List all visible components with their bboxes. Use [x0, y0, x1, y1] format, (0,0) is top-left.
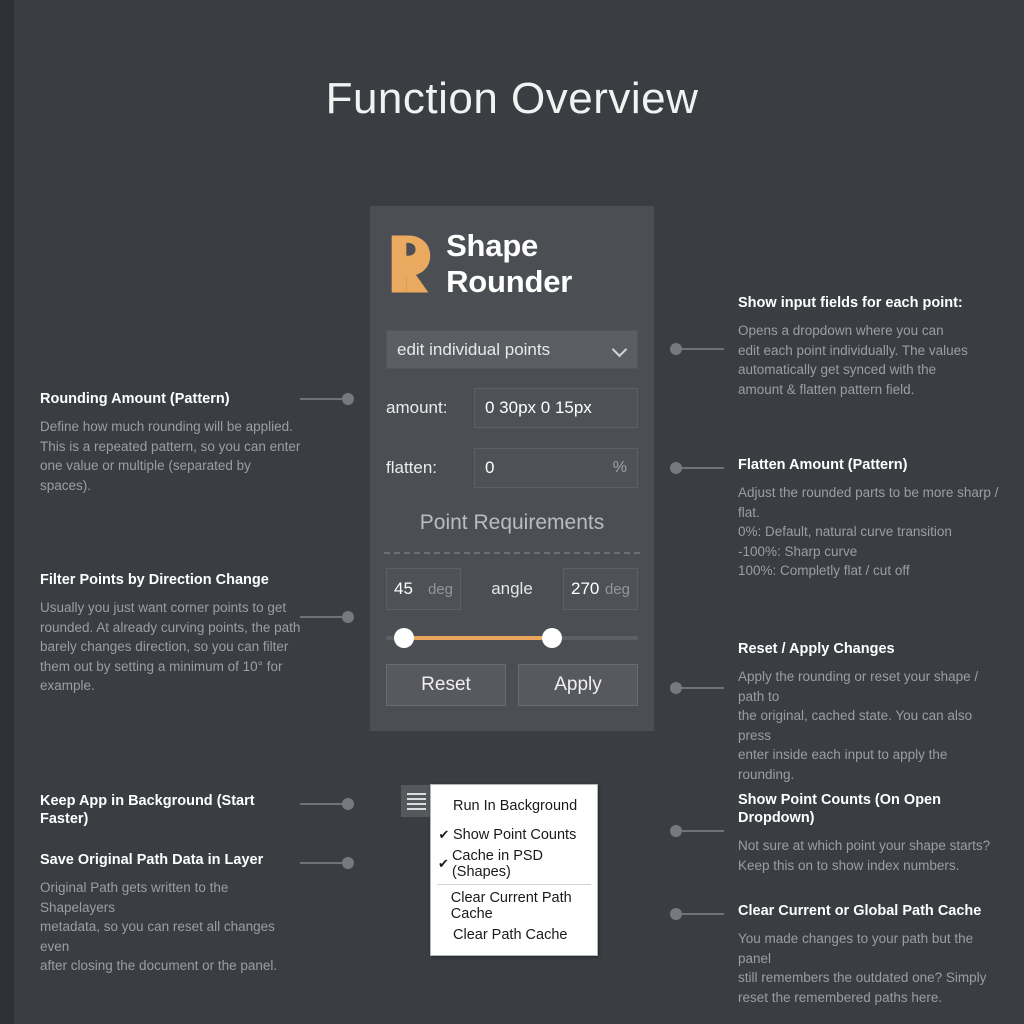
menu-item-label: Clear Path Cache	[453, 927, 567, 943]
point-requirements-heading: Point Requirements	[370, 511, 654, 535]
connector-reset-apply	[670, 681, 724, 695]
menu-item-label: Cache in PSD (Shapes)	[452, 848, 597, 880]
flatten-unit: %	[613, 459, 627, 477]
annotation-show-point-counts: Show Point Counts (On Open Dropdown) Not…	[738, 791, 1000, 875]
annotation-title: Rounding Amount (Pattern)	[40, 390, 302, 408]
hamburger-menu-icon[interactable]	[401, 785, 432, 817]
menu-check-icon: ✔	[435, 856, 452, 872]
page-title: Function Overview	[0, 74, 1024, 124]
amount-row: amount: 0 30px 0 15px	[386, 388, 638, 428]
menu-item-show-point-counts[interactable]: ✔ Show Point Counts	[431, 820, 597, 849]
panel-action-buttons: Reset Apply	[386, 664, 638, 706]
connector-show-point-counts	[670, 824, 724, 838]
amount-value: 0 30px 0 15px	[485, 398, 627, 418]
connector-flatten-amount	[670, 461, 724, 475]
annotation-clear-path-cache: Clear Current or Global Path Cache You m…	[738, 902, 1000, 1007]
annotation-title: Keep App in Background (Start Faster)	[40, 792, 302, 828]
angle-min-value: 45	[394, 579, 428, 599]
angle-max-unit: deg	[605, 581, 630, 598]
flatten-value: 0	[485, 458, 613, 478]
angle-row: 45 deg angle 270 deg	[386, 568, 638, 610]
menu-separator	[437, 884, 591, 885]
menu-item-run-in-background[interactable]: Run In Background	[431, 791, 597, 820]
connector-show-input-fields	[670, 342, 724, 356]
annotation-body: Original Path gets written to the Shapel…	[40, 878, 302, 976]
menu-item-label: Clear Current Path Cache	[451, 890, 597, 922]
flatten-label: flatten:	[386, 458, 474, 478]
annotation-body: Adjust the rounded parts to be more shar…	[738, 483, 1000, 581]
annotation-body: Apply the rounding or reset your shape /…	[738, 667, 1000, 784]
panel-brand: Shape Rounder	[388, 228, 654, 300]
section-divider	[384, 552, 640, 554]
annotation-body: You made changes to your path but the pa…	[738, 929, 1000, 1007]
annotation-reset-apply: Reset / Apply Changes Apply the rounding…	[738, 640, 1000, 785]
annotation-show-input-fields: Show input fields for each point: Opens …	[738, 294, 1000, 399]
annotation-title: Reset / Apply Changes	[738, 640, 1000, 658]
connector-rounding-amount	[300, 392, 354, 406]
annotation-flatten-amount: Flatten Amount (Pattern) Adjust the roun…	[738, 456, 1000, 581]
annotation-rounding-amount: Rounding Amount (Pattern) Define how muc…	[40, 390, 302, 495]
shape-rounder-panel: Shape Rounder edit individual points amo…	[370, 206, 654, 731]
panel-title: Shape Rounder	[446, 228, 654, 300]
menu-item-cache-in-psd[interactable]: ✔ Cache in PSD (Shapes)	[431, 849, 597, 878]
annotation-title: Save Original Path Data in Layer	[40, 851, 302, 869]
connector-save-original-path	[300, 856, 354, 870]
shape-rounder-logo	[388, 231, 432, 297]
menu-check-icon: ✔	[435, 827, 453, 843]
annotation-title: Show Point Counts (On Open Dropdown)	[738, 791, 1000, 827]
dropdown-selected-value: edit individual points	[397, 340, 613, 360]
slider-selected-range	[404, 636, 550, 640]
amount-label: amount:	[386, 398, 474, 418]
angle-max-input[interactable]: 270 deg	[563, 568, 638, 610]
annotation-title: Filter Points by Direction Change	[40, 571, 302, 589]
left-edge-strip	[0, 0, 14, 1024]
annotation-keep-app-background: Keep App in Background (Start Faster)	[40, 792, 302, 832]
annotation-title: Clear Current or Global Path Cache	[738, 902, 1000, 920]
flatten-input[interactable]: 0 %	[474, 448, 638, 488]
page-background: Function Overview Shape Rounder edit ind…	[0, 0, 1024, 1024]
angle-range-slider[interactable]	[386, 626, 638, 650]
point-mode-dropdown[interactable]: edit individual points	[386, 330, 638, 369]
amount-input[interactable]: 0 30px 0 15px	[474, 388, 638, 428]
flatten-row: flatten: 0 %	[386, 448, 638, 488]
annotation-body: Define how much rounding will be applied…	[40, 417, 302, 495]
annotation-body: Usually you just want corner points to g…	[40, 598, 302, 696]
chevron-down-icon	[613, 343, 627, 357]
angle-min-unit: deg	[428, 581, 453, 598]
annotation-body: Opens a dropdown where you can edit each…	[738, 321, 1000, 399]
angle-min-input[interactable]: 45 deg	[386, 568, 461, 610]
annotation-title: Show input fields for each point:	[738, 294, 1000, 312]
menu-item-clear-path-cache[interactable]: Clear Path Cache	[431, 920, 597, 949]
menu-item-label: Show Point Counts	[453, 827, 576, 843]
menu-item-clear-current-path-cache[interactable]: Clear Current Path Cache	[431, 891, 597, 920]
context-menu: Run In Background ✔ Show Point Counts ✔ …	[430, 784, 598, 956]
annotation-title: Flatten Amount (Pattern)	[738, 456, 1000, 474]
menu-item-label: Run In Background	[453, 798, 577, 814]
annotation-save-original-path: Save Original Path Data in Layer Origina…	[40, 851, 302, 976]
angle-max-value: 270	[571, 579, 605, 599]
slider-handle-max[interactable]	[542, 628, 562, 648]
annotation-body: Not sure at which point your shape start…	[738, 836, 1000, 875]
connector-keep-app-background	[300, 797, 354, 811]
connector-clear-path-cache	[670, 907, 724, 921]
annotation-filter-points: Filter Points by Direction Change Usuall…	[40, 571, 302, 696]
connector-filter-points	[300, 610, 354, 624]
reset-button[interactable]: Reset	[386, 664, 506, 706]
apply-button[interactable]: Apply	[518, 664, 638, 706]
slider-handle-min[interactable]	[394, 628, 414, 648]
angle-label: angle	[491, 579, 533, 599]
